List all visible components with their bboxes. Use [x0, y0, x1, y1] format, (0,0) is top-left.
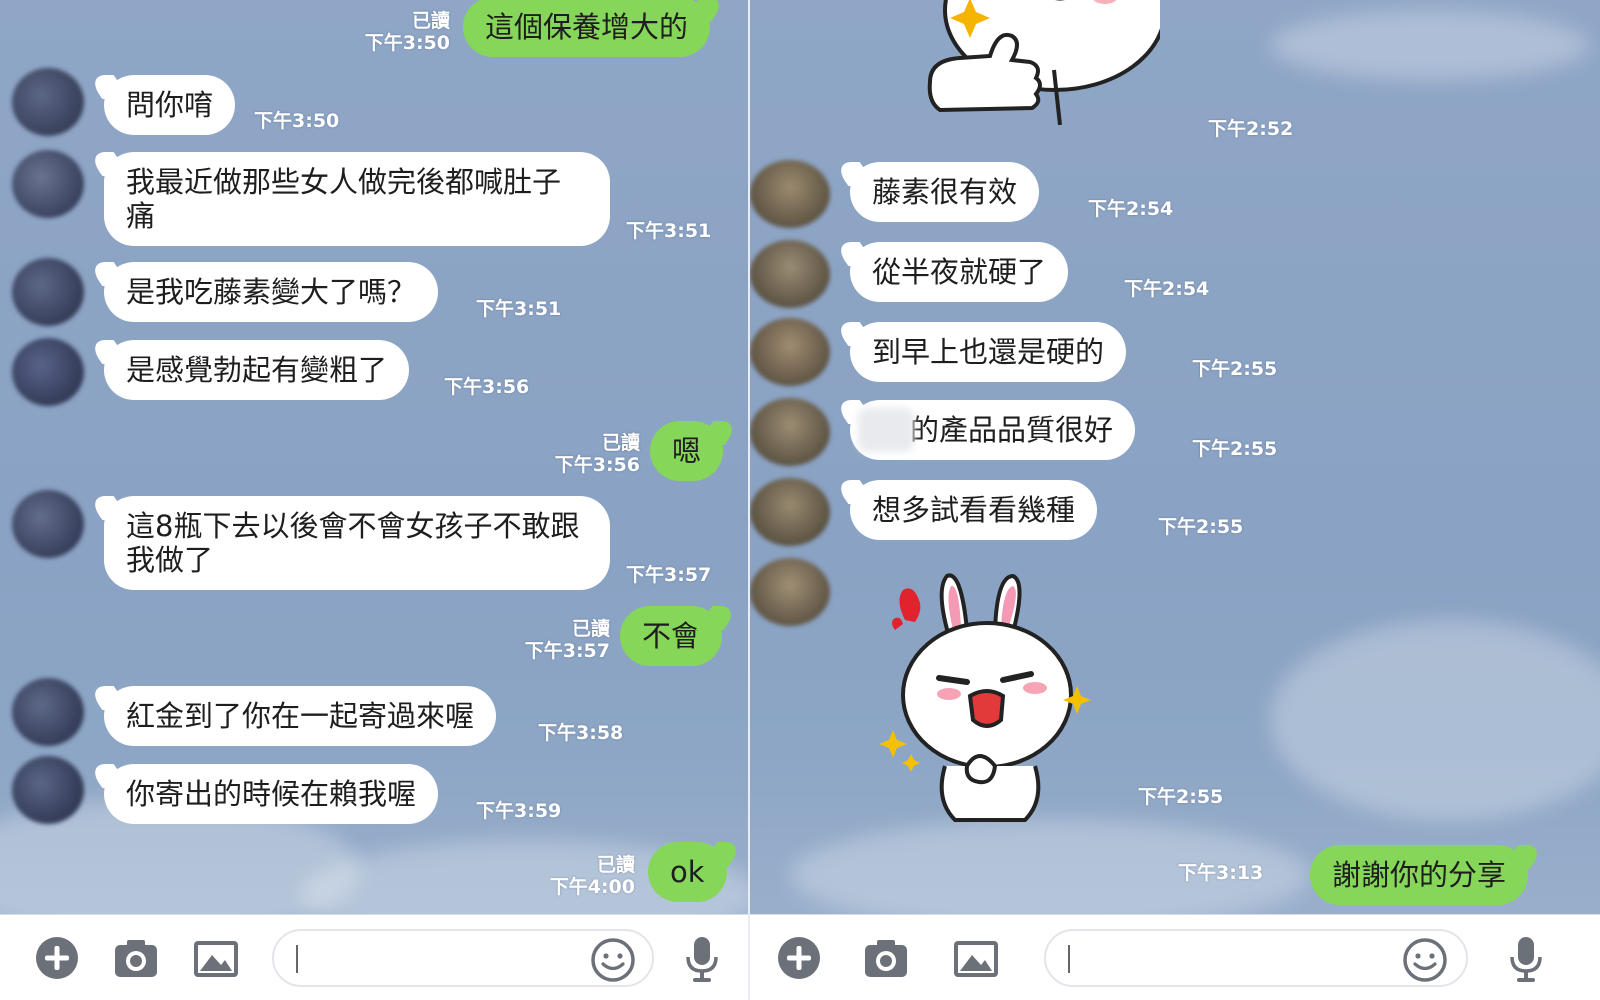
emoji-icon[interactable]	[590, 937, 636, 987]
message-bubble-outgoing[interactable]: 這個保養增大的	[463, 0, 711, 57]
message-bubble-incoming[interactable]: 從半夜就硬了	[850, 242, 1069, 302]
message-time: 下午2:54	[1088, 198, 1174, 220]
message-bubble-incoming[interactable]: 你寄出的時候在賴我喔	[104, 764, 439, 824]
avatar[interactable]	[750, 160, 830, 228]
message-bubble-incoming[interactable]: 這8瓶下去以後會不會女孩子不敢跟我做了	[104, 496, 610, 590]
message-time: 下午3:57	[626, 564, 712, 586]
avatar[interactable]	[12, 338, 84, 406]
message-bubble-incoming[interactable]: 是我吃藤素變大了嗎？	[104, 262, 439, 322]
camera-icon[interactable]	[862, 935, 910, 985]
message-bubble-incoming[interactable]: 想多試看看幾種	[850, 480, 1098, 540]
plus-icon[interactable]	[776, 935, 822, 985]
camera-icon[interactable]	[112, 935, 160, 985]
chat-panel-left: 已讀 下午3:50 這個保養增大的 問你唷 下午3:50 我最近做那些女人做完後都…	[0, 0, 748, 1000]
text-caret	[296, 945, 298, 973]
avatar[interactable]	[12, 756, 84, 824]
avatar[interactable]	[12, 150, 84, 218]
avatar[interactable]	[750, 478, 830, 546]
input-bar	[750, 914, 1600, 1000]
avatar[interactable]	[12, 678, 84, 746]
image-icon[interactable]	[192, 935, 240, 985]
message-input[interactable]	[272, 929, 654, 987]
message-meta: 已讀 下午4:00	[549, 854, 635, 898]
message-bubble-incoming[interactable]: 的產品品質很好	[850, 400, 1136, 460]
message-time: 下午2:54	[1124, 278, 1210, 300]
message-bubble-incoming[interactable]: 問你唷	[104, 75, 236, 135]
message-bubble-outgoing[interactable]: ok	[648, 842, 727, 902]
avatar[interactable]	[12, 258, 84, 326]
avatar[interactable]	[750, 558, 830, 626]
message-time: 下午2:55	[1138, 786, 1224, 808]
censored-brand-name	[858, 408, 914, 452]
chat-panel-right: 下午2:52 藤素很有效 下午2:54 從半夜就硬了 下午2:54 到早上也還是…	[750, 0, 1600, 1000]
avatar[interactable]	[12, 490, 84, 558]
message-bubble-incoming[interactable]: 紅金到了你在一起寄過來喔	[104, 686, 497, 746]
message-time: 下午3:59	[476, 800, 562, 822]
sticker-bunny[interactable]	[875, 570, 1105, 830]
message-bubble-incoming[interactable]: 是感覺勃起有變粗了	[104, 340, 410, 400]
message-time: 下午3:56	[444, 376, 530, 398]
message-bubble-incoming[interactable]: 藤素很有效	[850, 162, 1040, 222]
message-time: 下午3:50	[254, 110, 340, 132]
message-text: 的產品品質很好	[910, 413, 1114, 447]
message-bubble-outgoing[interactable]: 不會	[620, 606, 723, 666]
avatar[interactable]	[750, 398, 830, 466]
message-time: 下午3:13	[1178, 862, 1264, 884]
background-cloud	[1270, 620, 1600, 820]
avatar[interactable]	[750, 318, 830, 386]
avatar[interactable]	[750, 240, 830, 308]
message-time: 下午3:51	[626, 220, 712, 242]
message-time: 下午3:51	[476, 298, 562, 320]
message-meta: 已讀 下午3:50	[364, 10, 450, 54]
message-meta: 已讀 下午3:56	[554, 432, 640, 476]
message-time: 下午2:55	[1192, 358, 1278, 380]
message-time: 下午2:55	[1192, 438, 1278, 460]
microphone-icon[interactable]	[1506, 935, 1546, 987]
avatar[interactable]	[12, 68, 84, 136]
text-caret	[1068, 945, 1070, 973]
sticker-thumbs-up[interactable]	[900, 0, 1167, 126]
emoji-icon[interactable]	[1402, 937, 1448, 987]
message-input[interactable]	[1044, 929, 1468, 987]
message-time: 下午2:55	[1158, 516, 1244, 538]
message-bubble-outgoing[interactable]: 嗯	[650, 421, 724, 481]
microphone-icon[interactable]	[682, 935, 722, 987]
image-icon[interactable]	[952, 935, 1000, 985]
message-time: 下午3:58	[538, 722, 624, 744]
message-time: 下午2:52	[1208, 118, 1294, 140]
message-meta: 已讀 下午3:57	[524, 618, 610, 662]
background-cloud	[1270, 10, 1590, 80]
plus-icon[interactable]	[34, 935, 80, 985]
message-bubble-incoming[interactable]: 我最近做那些女人做完後都喊肚子痛	[104, 152, 610, 246]
message-bubble-outgoing[interactable]: 謝謝你的分享	[1310, 845, 1529, 905]
message-bubble-incoming[interactable]: 到早上也還是硬的	[850, 322, 1127, 382]
input-bar	[0, 914, 748, 1000]
